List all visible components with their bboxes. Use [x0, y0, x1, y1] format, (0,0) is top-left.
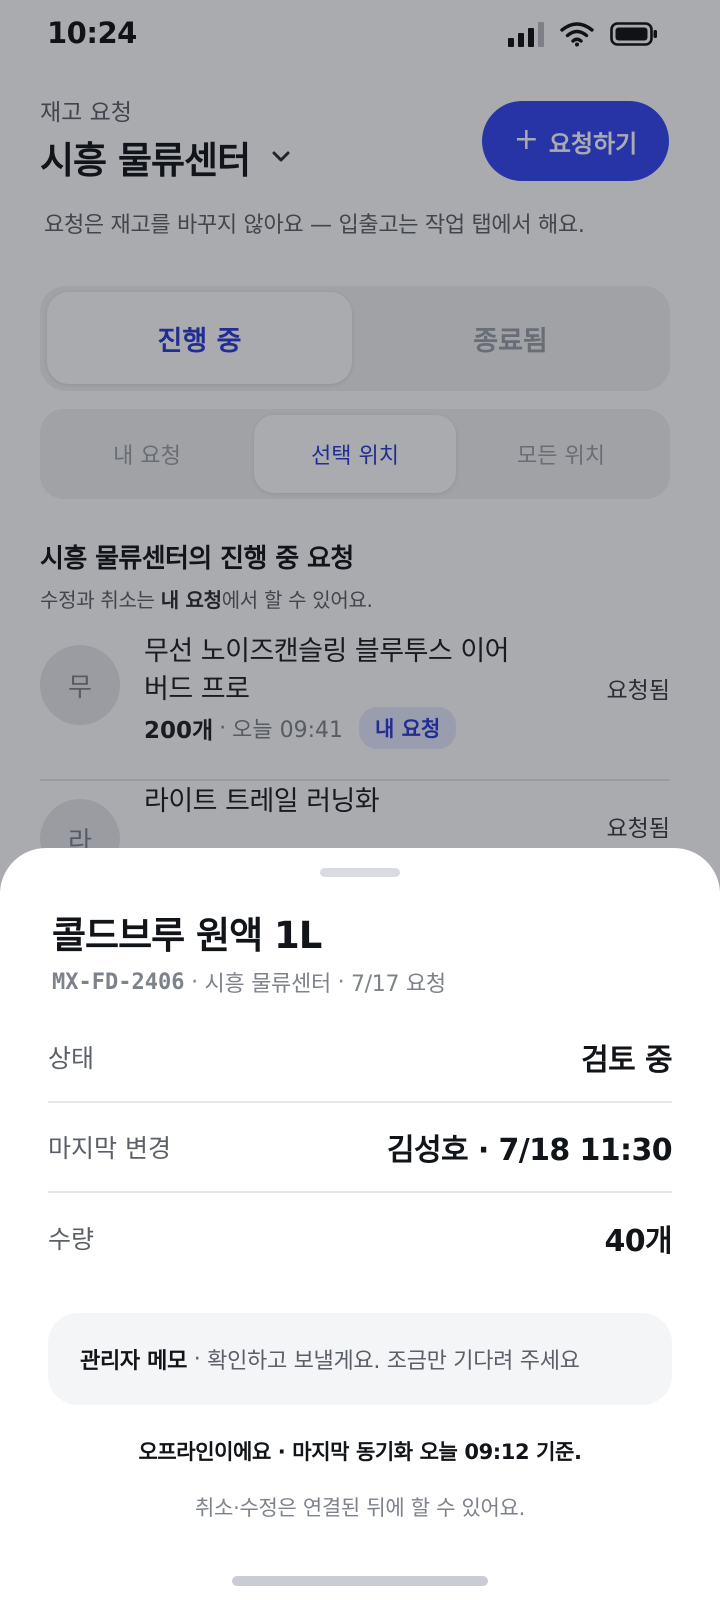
- admin-memo: 관리자 메모 · 확인하고 보낼게요. 조금만 기다려 주세요: [48, 1313, 672, 1405]
- field-label: 상태: [48, 1044, 95, 1073]
- requested-date: 7/17 요청: [350, 972, 446, 997]
- memo-label: 관리자 메모: [80, 1349, 188, 1374]
- memo-text: 확인하고 보낼게요. 조금만 기다려 주세요: [207, 1349, 580, 1374]
- sub-separator: ·: [330, 969, 351, 995]
- field-label: 마지막 변경: [48, 1134, 171, 1163]
- offline-status: 오프라인이에요 · 마지막 동기화 오늘 09:12 기준.: [138, 1440, 582, 1464]
- field-status: 상태 검토 중: [48, 1013, 673, 1103]
- sheet-title: 콜드브루 원액 1L: [52, 914, 322, 957]
- sku-code: MX-FD-2406: [52, 969, 185, 995]
- memo-separator: ·: [187, 1346, 208, 1372]
- field-value: 검토 중: [581, 1043, 672, 1078]
- sheet-grabber[interactable]: [320, 868, 400, 877]
- field-last-change: 마지막 변경 김성호 · 7/18 11:30: [48, 1103, 673, 1193]
- sub-separator: ·: [184, 969, 205, 995]
- sheet-location: 시흥 물류센터: [204, 972, 332, 997]
- home-indicator: [232, 1576, 488, 1586]
- field-label: 수량: [48, 1225, 95, 1254]
- sheet-subtitle: MX-FD-2406 · 시흥 물류센터 · 7/17 요청: [52, 966, 446, 998]
- field-value: 김성호 · 7/18 11:30: [386, 1133, 673, 1168]
- field-value: 40개: [604, 1224, 672, 1259]
- offline-note: 취소·수정은 연결된 뒤에 할 수 있어요.: [195, 1496, 525, 1520]
- request-detail-sheet: 콜드브루 원액 1L MX-FD-2406 · 시흥 물류센터 · 7/17 요…: [0, 848, 720, 1600]
- field-quantity: 수량 40개: [48, 1193, 673, 1283]
